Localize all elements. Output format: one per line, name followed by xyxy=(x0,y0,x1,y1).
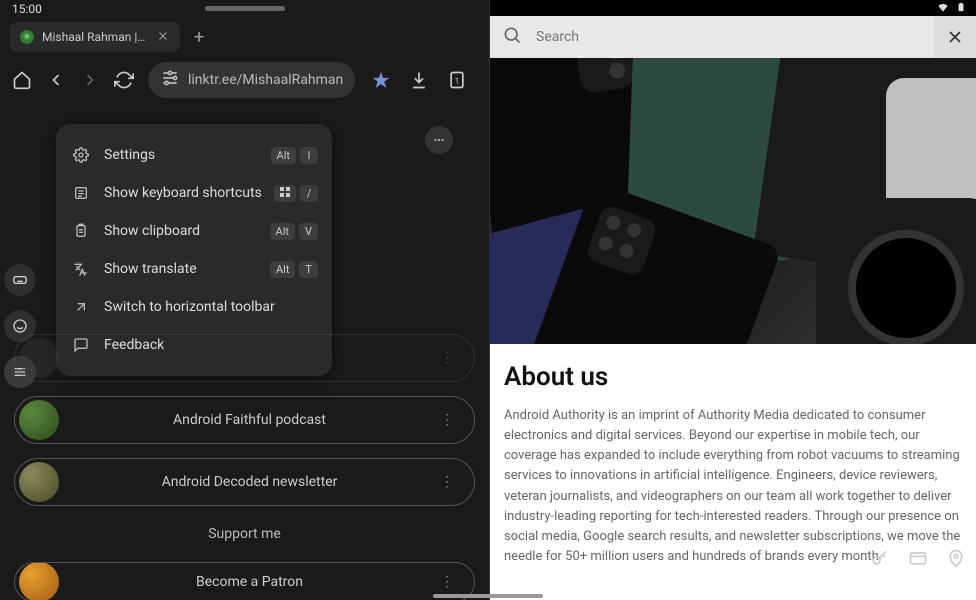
hero-image xyxy=(490,58,976,344)
link-patron[interactable]: Become a Patron ⋮ xyxy=(14,562,475,600)
avatar xyxy=(19,400,59,440)
search-input[interactable] xyxy=(536,29,920,45)
nav-handle[interactable] xyxy=(433,594,543,598)
link-faithful[interactable]: Android Faithful podcast ⋮ xyxy=(14,396,475,444)
browser-toolbar: linktr.ee/MishaalRahman 1 xyxy=(0,56,489,104)
wifi-icon xyxy=(936,0,950,18)
section-support: Support me xyxy=(14,520,475,548)
menu-label: Show keyboard shortcuts xyxy=(104,185,262,201)
menu-clipboard[interactable]: Show clipboard AltV xyxy=(56,212,332,250)
url-text: linktr.ee/MishaalRahman xyxy=(188,72,343,88)
download-icon[interactable] xyxy=(407,68,431,92)
close-icon[interactable] xyxy=(934,16,976,58)
tab-strip: ✳ Mishaal Rahman | Twitter | L + xyxy=(0,18,489,56)
gear-icon xyxy=(72,146,90,164)
avatar xyxy=(19,462,59,502)
link-decoded[interactable]: Android Decoded newsletter ⋮ xyxy=(14,458,475,506)
page-content: Settings AltI Show keyboard shortcuts / … xyxy=(0,104,489,600)
more-icon[interactable]: ⋮ xyxy=(440,412,464,428)
forward-icon[interactable] xyxy=(80,68,100,92)
linktree-favicon: ✳ xyxy=(20,30,34,44)
menu-switch-toolbar[interactable]: Switch to horizontal toolbar xyxy=(56,288,332,326)
link-label: Android Faithful podcast xyxy=(59,412,440,428)
drag-handle[interactable] xyxy=(205,6,285,11)
reader-mode-icon[interactable]: 1 xyxy=(445,68,469,92)
bottom-action-icons xyxy=(870,548,966,572)
bookmark-icon[interactable] xyxy=(369,68,393,92)
battery-icon xyxy=(956,0,966,18)
link-item[interactable]: ⋮ xyxy=(14,334,475,382)
more-icon[interactable]: ⋮ xyxy=(440,350,464,366)
avatar xyxy=(19,338,59,378)
menu-label: Settings xyxy=(104,147,155,163)
browser-tab[interactable]: ✳ Mishaal Rahman | Twitter | L xyxy=(10,22,180,52)
article-title: About us xyxy=(504,362,962,392)
shortcut-key xyxy=(274,185,296,202)
list-icon xyxy=(72,184,90,202)
home-icon[interactable] xyxy=(12,68,32,92)
page-overflow-icon[interactable] xyxy=(425,126,453,154)
key-icon[interactable] xyxy=(870,548,890,572)
menu-shortcuts[interactable]: Show keyboard shortcuts / xyxy=(56,174,332,212)
menu-label: Show translate xyxy=(104,261,197,277)
new-tab-button[interactable]: + xyxy=(188,27,210,48)
more-icon[interactable]: ⋮ xyxy=(440,474,464,490)
close-tab-icon[interactable] xyxy=(156,29,170,46)
site-settings-icon[interactable] xyxy=(160,68,180,92)
avatar xyxy=(19,562,59,600)
menu-translate[interactable]: Show translate AltT xyxy=(56,250,332,288)
article-body: Android Authority is an imprint of Autho… xyxy=(504,406,962,567)
expand-icon xyxy=(72,298,90,316)
menu-label: Switch to horizontal toolbar xyxy=(104,299,275,315)
left-split-pane: 15:00 ✳ Mishaal Rahman | Twitter | L + l… xyxy=(0,0,490,600)
url-bar[interactable]: linktr.ee/MishaalRahman xyxy=(148,62,355,98)
back-icon[interactable] xyxy=(46,68,66,92)
menu-settings[interactable]: Settings AltI xyxy=(56,136,332,174)
linktree-list: ⋮ Android Faithful podcast ⋮ Android Dec… xyxy=(14,334,475,600)
card-icon[interactable] xyxy=(908,548,928,572)
clock: 15:00 xyxy=(12,2,42,16)
reload-icon[interactable] xyxy=(114,68,134,92)
right-split-pane: About us Android Authority is an imprint… xyxy=(490,0,976,600)
clipboard-icon xyxy=(72,222,90,240)
link-label: Android Decoded newsletter xyxy=(59,474,440,490)
link-label: Become a Patron xyxy=(59,574,440,590)
search-icon[interactable] xyxy=(502,25,522,49)
location-icon[interactable] xyxy=(946,548,966,572)
tab-title: Mishaal Rahman | Twitter | L xyxy=(42,30,148,44)
more-icon[interactable]: ⋮ xyxy=(440,574,464,590)
menu-label: Show clipboard xyxy=(104,223,200,239)
translate-icon xyxy=(72,260,90,278)
search-bar xyxy=(490,16,976,58)
status-icons xyxy=(490,0,976,16)
svg-text:1: 1 xyxy=(455,76,460,86)
keyboard-icon[interactable] xyxy=(4,264,36,296)
